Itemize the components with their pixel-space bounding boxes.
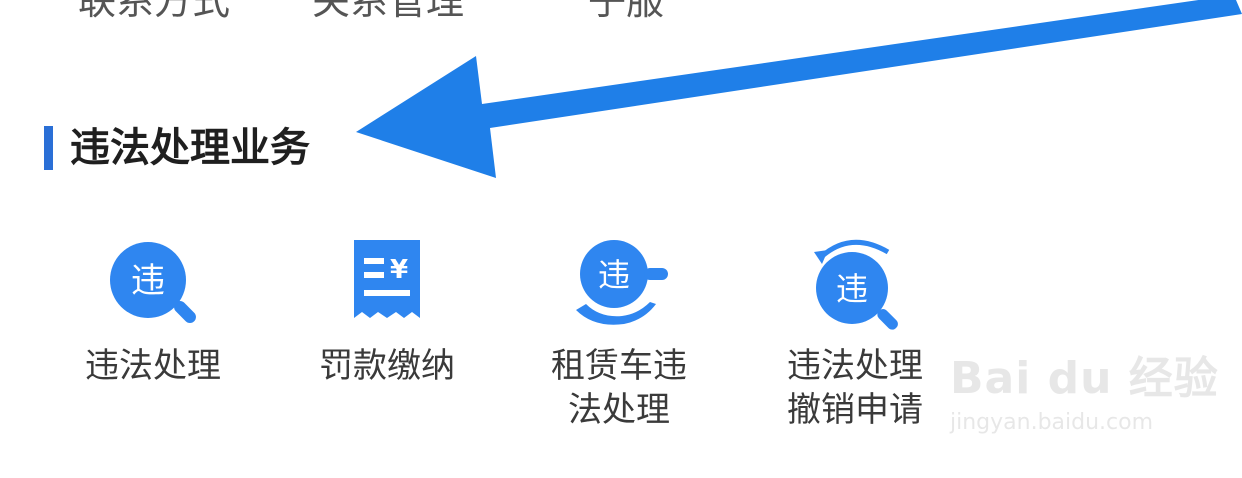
watermark-url: jingyan.baidu.com (950, 410, 1154, 435)
service-violation-processing[interactable]: 违 违法处理 (58, 232, 248, 388)
top-item-label[interactable]: 子服 (588, 0, 664, 25)
svg-text:违: 违 (598, 256, 630, 294)
section-title: 违法处理业务 (70, 125, 310, 171)
section-accent-bar (44, 126, 53, 170)
svg-text:违: 违 (131, 261, 165, 301)
service-label: 租赁车违 法处理 (551, 346, 687, 430)
service-label: 违法处理 撤销申请 (787, 346, 923, 430)
svg-text:违: 违 (836, 270, 868, 308)
receipt-yen-icon: ¥ (354, 240, 420, 318)
violation-revoke-icon: 违 (814, 239, 898, 330)
baidu-watermark: Bai du 经验 jingyan.baidu.com (950, 342, 1219, 435)
top-item-label[interactable]: 关系管理 (312, 0, 464, 25)
watermark-logo: Bai du 经验 (950, 353, 1219, 404)
service-violation-revoke[interactable]: 违 违法处理 撤销申请 (760, 232, 950, 432)
top-row-partial: 联系方式 关系管理 子服 (0, 0, 1242, 23)
top-item-label[interactable]: 联系方式 (78, 0, 230, 25)
service-label: 违法处理 (85, 346, 221, 386)
magnifier-violation-icon: 违 (110, 242, 196, 323)
svg-text:¥: ¥ (390, 255, 408, 285)
violation-hand-icon: 违 (576, 240, 668, 325)
service-fine-payment[interactable]: ¥ 罚款缴纳 (292, 232, 482, 388)
service-rental-car-violation[interactable]: 违 租赁车违 法处理 (524, 232, 714, 432)
service-label: 罚款缴纳 (319, 346, 455, 386)
